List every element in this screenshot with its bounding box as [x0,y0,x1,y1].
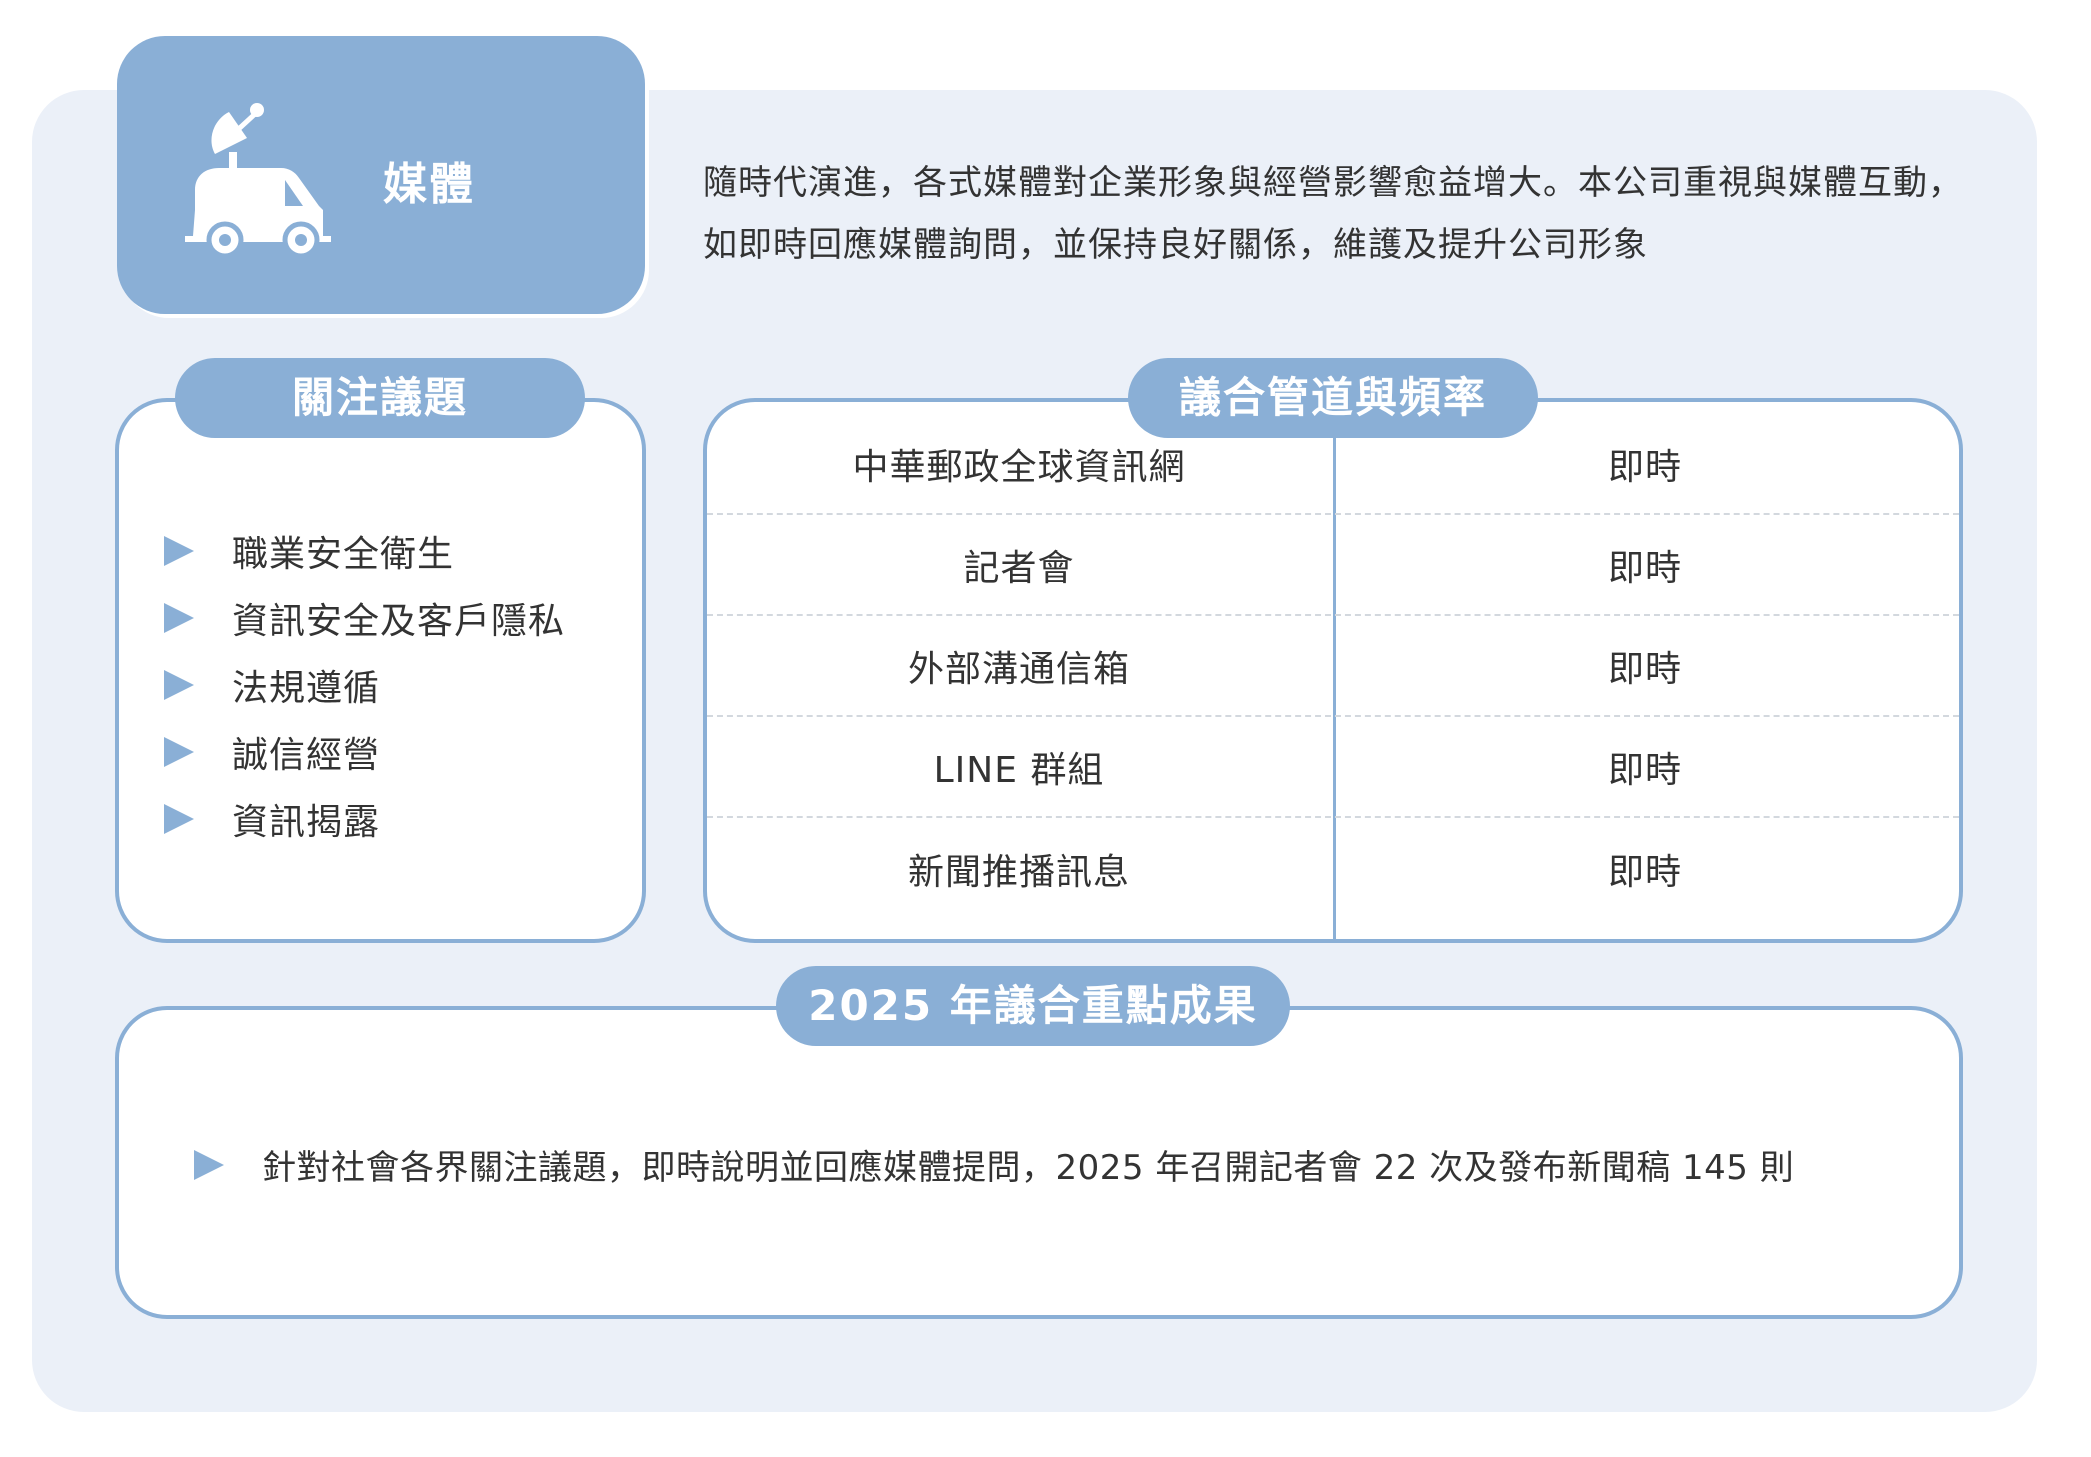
frequency-cell: 即時 [1607,851,1682,893]
frequency-cell: 即時 [1607,749,1682,791]
bullet-triangle-icon [164,602,194,633]
table-row: 記者會 即時 [707,515,1959,616]
list-item: 職業安全衛生 [164,517,565,584]
topic-label: 法規遵循 [232,667,381,709]
table-row: 新聞推播訊息 即時 [707,818,1959,919]
list-item: 資訊安全及客戶隱私 [164,584,565,651]
topics-list: 職業安全衛生 資訊安全及客戶隱私 法規遵循 誠信經營 資訊揭露 [164,517,565,852]
frequency-cell: 即時 [1607,446,1682,488]
satellite-van-icon [185,103,331,258]
intro-paragraph: 隨時代演進，各式媒體對企業形象與經營影響愈益增大。本公司重視與媒體互動，如即時回… [703,163,1963,265]
channels-table: 中華郵政全球資訊網 即時 記者會 即時 外部溝通信箱 即時 LINE 群組 即時… [703,398,1963,943]
table-row: LINE 群組 即時 [707,717,1959,818]
channel-cell: LINE 群組 [933,749,1105,791]
topic-label: 資訊安全及客戶隱私 [232,600,566,642]
frequency-cell: 即時 [1607,648,1682,690]
table-row: 外部溝通信箱 即時 [707,616,1959,717]
topics-box: 職業安全衛生 資訊安全及客戶隱私 法規遵循 誠信經營 資訊揭露 [115,398,646,943]
list-item: 法規遵循 [164,651,565,718]
channel-cell: 外部溝通信箱 [907,648,1130,690]
list-item: 針對社會各界關注議題，即時說明並回應媒體提問，2025 年召開記者會 22 次及… [194,1140,1794,1189]
channel-cell: 記者會 [963,547,1075,589]
topic-label: 職業安全衛生 [232,533,455,575]
result-text: 針對社會各界關注議題，即時說明並回應媒體提問，2025 年召開記者會 22 次及… [262,1148,1795,1188]
list-item: 誠信經營 [164,718,565,785]
page-title: 媒體 [383,159,475,210]
topic-label: 資訊揭露 [232,801,381,843]
topic-label: 誠信經營 [232,734,381,776]
topics-title: 關注議題 [175,358,585,438]
bullet-triangle-icon [194,1149,224,1180]
channel-cell: 中華郵政全球資訊網 [852,446,1186,488]
bullet-triangle-icon [164,736,194,767]
media-header-card: 媒體 [117,36,645,314]
bullet-triangle-icon [164,803,194,834]
results-box: 針對社會各界關注議題，即時說明並回應媒體提問，2025 年召開記者會 22 次及… [115,1006,1963,1319]
channels-title: 議合管道與頻率 [1128,358,1538,438]
frequency-cell: 即時 [1607,547,1682,589]
bullet-triangle-icon [164,535,194,566]
list-item: 資訊揭露 [164,785,565,852]
bullet-triangle-icon [164,669,194,700]
results-title: 2025 年議合重點成果 [776,966,1290,1046]
channel-cell: 新聞推播訊息 [907,851,1130,893]
